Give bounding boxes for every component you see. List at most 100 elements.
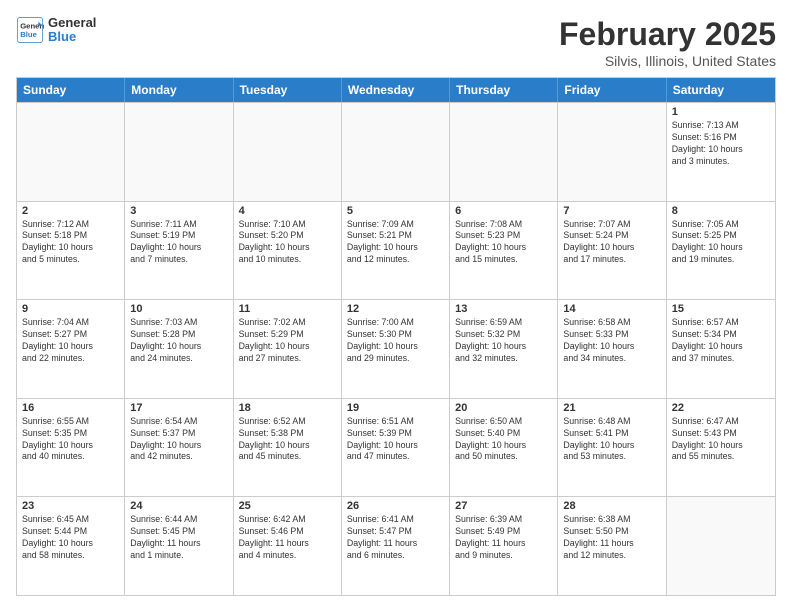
logo-line2: Blue xyxy=(48,30,96,44)
weekday-header-wednesday: Wednesday xyxy=(342,78,450,102)
calendar-cell-empty-4-6 xyxy=(667,497,775,595)
day-number: 25 xyxy=(239,500,336,512)
calendar-cell-15: 15Sunrise: 6:57 AM Sunset: 5:34 PM Dayli… xyxy=(667,300,775,398)
day-info: Sunrise: 6:59 AM Sunset: 5:32 PM Dayligh… xyxy=(455,317,552,365)
calendar-cell-18: 18Sunrise: 6:52 AM Sunset: 5:38 PM Dayli… xyxy=(234,399,342,497)
calendar-row-1: 2 Sunrise: 7:12 AM Sunset: 5:18 PM Daylig… xyxy=(17,201,775,300)
calendar-cell-17: 17 Sunrise: 6:54 AM Sunset: 5:37 PM Dayli… xyxy=(125,399,233,497)
svg-text:Blue: Blue xyxy=(20,30,37,39)
day-info: Sunrise: 6:58 AM Sunset: 5:33 PM Dayligh… xyxy=(563,317,660,365)
day-info: Sunrise: 7:00 AM Sunset: 5:30 PM Dayligh… xyxy=(347,317,444,365)
day-number: 3 xyxy=(130,205,227,217)
calendar-body: 1 Sunrise: 7:13 AM Sunset: 5:16 PM Daylig… xyxy=(17,102,775,595)
day-number: 10 xyxy=(130,303,227,315)
day-info: Sunrise: 6:52 AM Sunset: 5:38 PM Dayligh… xyxy=(239,416,336,464)
day-info: Sunrise: 7:05 AM Sunset: 5:25 PM Dayligh… xyxy=(672,219,770,267)
day-info: Sunrise: 6:47 AM Sunset: 5:43 PM Dayligh… xyxy=(672,416,770,464)
calendar-row-3: 16Sunrise: 6:55 AM Sunset: 5:35 PM Dayli… xyxy=(17,398,775,497)
weekday-header-thursday: Thursday xyxy=(450,78,558,102)
weekday-header-saturday: Saturday xyxy=(667,78,775,102)
calendar-cell-11: 11 Sunrise: 7:02 AM Sunset: 5:29 PM Dayli… xyxy=(234,300,342,398)
calendar-cell-26: 26 Sunrise: 6:41 AM Sunset: 5:47 PM Dayli… xyxy=(342,497,450,595)
svg-text:General: General xyxy=(20,22,44,31)
day-number: 14 xyxy=(563,303,660,315)
day-number: 6 xyxy=(455,205,552,217)
day-number: 21 xyxy=(563,402,660,414)
day-info: Sunrise: 6:54 AM Sunset: 5:37 PM Dayligh… xyxy=(130,416,227,464)
calendar-header: SundayMondayTuesdayWednesdayThursdayFrid… xyxy=(17,78,775,102)
day-info: Sunrise: 7:08 AM Sunset: 5:23 PM Dayligh… xyxy=(455,219,552,267)
logo-line1: General xyxy=(48,16,96,30)
month-title: February 2025 xyxy=(559,16,776,53)
calendar-cell-empty-0-2 xyxy=(234,103,342,201)
day-number: 19 xyxy=(347,402,444,414)
title-block: February 2025 Silvis, Illinois, United S… xyxy=(559,16,776,69)
day-number: 2 xyxy=(22,205,119,217)
day-info: Sunrise: 7:02 AM Sunset: 5:29 PM Dayligh… xyxy=(239,317,336,365)
day-info: Sunrise: 6:45 AM Sunset: 5:44 PM Dayligh… xyxy=(22,514,119,562)
page: General Blue General Blue February 2025 … xyxy=(0,0,792,612)
day-number: 15 xyxy=(672,303,770,315)
day-number: 9 xyxy=(22,303,119,315)
day-number: 20 xyxy=(455,402,552,414)
day-number: 1 xyxy=(672,106,770,118)
day-info: Sunrise: 7:13 AM Sunset: 5:16 PM Dayligh… xyxy=(672,120,770,168)
day-number: 17 xyxy=(130,402,227,414)
day-number: 5 xyxy=(347,205,444,217)
day-number: 28 xyxy=(563,500,660,512)
calendar-row-2: 9 Sunrise: 7:04 AM Sunset: 5:27 PM Daylig… xyxy=(17,299,775,398)
weekday-header-sunday: Sunday xyxy=(17,78,125,102)
calendar-cell-empty-0-4 xyxy=(450,103,558,201)
calendar-cell-28: 28Sunrise: 6:38 AM Sunset: 5:50 PM Dayli… xyxy=(558,497,666,595)
calendar-cell-20: 20Sunrise: 6:50 AM Sunset: 5:40 PM Dayli… xyxy=(450,399,558,497)
day-number: 24 xyxy=(130,500,227,512)
calendar-cell-23: 23 Sunrise: 6:45 AM Sunset: 5:44 PM Dayli… xyxy=(17,497,125,595)
calendar-row-4: 23 Sunrise: 6:45 AM Sunset: 5:44 PM Dayli… xyxy=(17,496,775,595)
day-info: Sunrise: 7:12 AM Sunset: 5:18 PM Dayligh… xyxy=(22,219,119,267)
day-number: 13 xyxy=(455,303,552,315)
day-number: 23 xyxy=(22,500,119,512)
day-info: Sunrise: 6:48 AM Sunset: 5:41 PM Dayligh… xyxy=(563,416,660,464)
day-number: 27 xyxy=(455,500,552,512)
day-info: Sunrise: 7:10 AM Sunset: 5:20 PM Dayligh… xyxy=(239,219,336,267)
day-number: 12 xyxy=(347,303,444,315)
day-number: 8 xyxy=(672,205,770,217)
day-number: 7 xyxy=(563,205,660,217)
day-info: Sunrise: 7:11 AM Sunset: 5:19 PM Dayligh… xyxy=(130,219,227,267)
calendar-cell-27: 27Sunrise: 6:39 AM Sunset: 5:49 PM Dayli… xyxy=(450,497,558,595)
header: General Blue General Blue February 2025 … xyxy=(16,16,776,69)
day-number: 26 xyxy=(347,500,444,512)
calendar-cell-empty-0-3 xyxy=(342,103,450,201)
day-number: 4 xyxy=(239,205,336,217)
day-info: Sunrise: 6:42 AM Sunset: 5:46 PM Dayligh… xyxy=(239,514,336,562)
day-number: 11 xyxy=(239,303,336,315)
calendar-row-0: 1 Sunrise: 7:13 AM Sunset: 5:16 PM Daylig… xyxy=(17,102,775,201)
calendar-cell-2: 2 Sunrise: 7:12 AM Sunset: 5:18 PM Daylig… xyxy=(17,202,125,300)
day-info: Sunrise: 7:07 AM Sunset: 5:24 PM Dayligh… xyxy=(563,219,660,267)
weekday-header-friday: Friday xyxy=(558,78,666,102)
weekday-header-monday: Monday xyxy=(125,78,233,102)
calendar-cell-9: 9 Sunrise: 7:04 AM Sunset: 5:27 PM Daylig… xyxy=(17,300,125,398)
calendar-cell-3: 3 Sunrise: 7:11 AM Sunset: 5:19 PM Daylig… xyxy=(125,202,233,300)
calendar-cell-empty-0-5 xyxy=(558,103,666,201)
calendar-cell-empty-0-0 xyxy=(17,103,125,201)
calendar-cell-19: 19Sunrise: 6:51 AM Sunset: 5:39 PM Dayli… xyxy=(342,399,450,497)
calendar-cell-16: 16Sunrise: 6:55 AM Sunset: 5:35 PM Dayli… xyxy=(17,399,125,497)
calendar-cell-4: 4 Sunrise: 7:10 AM Sunset: 5:20 PM Daylig… xyxy=(234,202,342,300)
calendar-cell-22: 22 Sunrise: 6:47 AM Sunset: 5:43 PM Dayli… xyxy=(667,399,775,497)
calendar-cell-7: 7 Sunrise: 7:07 AM Sunset: 5:24 PM Daylig… xyxy=(558,202,666,300)
calendar-cell-empty-0-1 xyxy=(125,103,233,201)
logo-icon: General Blue xyxy=(16,16,44,44)
calendar: SundayMondayTuesdayWednesdayThursdayFrid… xyxy=(16,77,776,596)
calendar-cell-1: 1 Sunrise: 7:13 AM Sunset: 5:16 PM Daylig… xyxy=(667,103,775,201)
calendar-cell-13: 13 Sunrise: 6:59 AM Sunset: 5:32 PM Dayli… xyxy=(450,300,558,398)
calendar-cell-6: 6 Sunrise: 7:08 AM Sunset: 5:23 PM Daylig… xyxy=(450,202,558,300)
calendar-cell-24: 24 Sunrise: 6:44 AM Sunset: 5:45 PM Dayli… xyxy=(125,497,233,595)
day-info: Sunrise: 7:04 AM Sunset: 5:27 PM Dayligh… xyxy=(22,317,119,365)
day-info: Sunrise: 6:44 AM Sunset: 5:45 PM Dayligh… xyxy=(130,514,227,562)
day-number: 16 xyxy=(22,402,119,414)
logo: General Blue General Blue xyxy=(16,16,96,45)
calendar-cell-21: 21 Sunrise: 6:48 AM Sunset: 5:41 PM Dayli… xyxy=(558,399,666,497)
day-number: 22 xyxy=(672,402,770,414)
day-info: Sunrise: 6:41 AM Sunset: 5:47 PM Dayligh… xyxy=(347,514,444,562)
